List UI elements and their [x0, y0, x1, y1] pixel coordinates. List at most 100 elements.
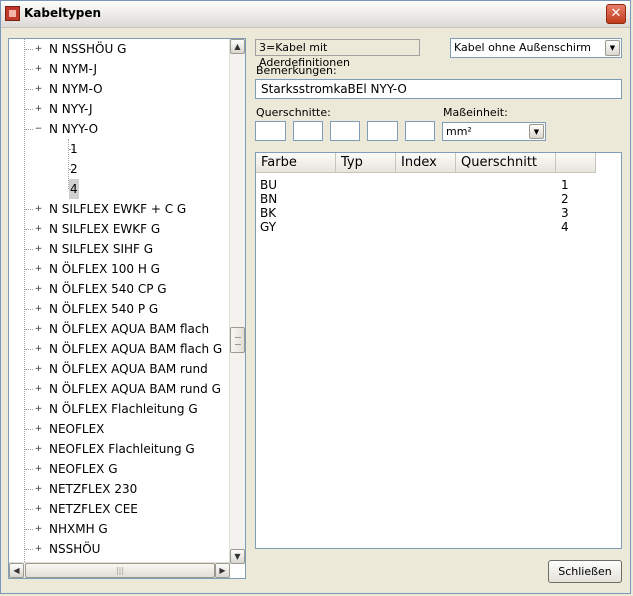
- expand-icon[interactable]: +: [34, 65, 43, 74]
- expand-icon[interactable]: +: [34, 405, 43, 414]
- tree-item-label: N ÖLFLEX AQUA BAM rund G: [49, 382, 221, 396]
- tree-item-label: N ÖLFLEX AQUA BAM flach G: [49, 342, 223, 356]
- tree-horizontal-scrollbar[interactable]: ◀ ||| ▶: [9, 562, 230, 578]
- expand-icon[interactable]: +: [34, 385, 43, 394]
- tree-item-label: NETZFLEX 230: [49, 482, 138, 496]
- expand-icon[interactable]: +: [34, 365, 43, 374]
- cross-section-field-5[interactable]: [405, 121, 435, 141]
- tree-item[interactable]: + NETZFLEX 230: [9, 479, 230, 499]
- tree-item[interactable]: + NETZFLEX CEE: [9, 499, 230, 519]
- tree-item[interactable]: + NSSHÖU: [9, 539, 230, 559]
- tree-vertical-scrollbar[interactable]: ▲ ▼: [229, 39, 245, 564]
- sheath-select-value: Kabel ohne Außenschirm: [454, 41, 592, 54]
- tree-connector: [25, 549, 33, 550]
- expand-icon[interactable]: +: [34, 345, 43, 354]
- tree-item[interactable]: + NEOFLEX Flachleitung G: [9, 439, 230, 459]
- expand-icon[interactable]: +: [34, 225, 43, 234]
- unit-select[interactable]: mm² ▼: [442, 122, 546, 141]
- tree-item-label: NEOFLEX G: [49, 462, 118, 476]
- tree-item[interactable]: + N ÖLFLEX AQUA BAM flach G: [9, 339, 230, 359]
- tree-item[interactable]: + N NYM-O: [9, 79, 230, 99]
- cable-type-tree[interactable]: + N NSSHÖU G + N NYM-J + N NYM-O + N NYY-J − N NY…: [8, 38, 246, 579]
- tree-item[interactable]: + N SILFLEX SIHF G: [9, 239, 230, 259]
- tree-item[interactable]: + N ÖLFLEX 540 CP G: [9, 279, 230, 299]
- expand-icon[interactable]: +: [34, 445, 43, 454]
- column-header-querschnitt[interactable]: Querschnitt: [456, 153, 556, 173]
- expand-icon[interactable]: +: [34, 305, 43, 314]
- expand-icon[interactable]: +: [34, 485, 43, 494]
- expand-icon[interactable]: +: [34, 525, 43, 534]
- expand-icon[interactable]: +: [34, 325, 43, 334]
- chevron-down-icon[interactable]: ▼: [605, 40, 620, 56]
- expand-icon[interactable]: +: [34, 285, 43, 294]
- tree-item[interactable]: + N ÖLFLEX Flachleitung G: [9, 399, 230, 419]
- tree-item-label: NETZFLEX CEE: [49, 502, 138, 516]
- tree-item-label: NHXMH G: [49, 522, 108, 536]
- conductor-list[interactable]: Farbe Typ Index Querschnitt BU 1 BN 2 BK 3 GY 4: [255, 152, 622, 549]
- expand-icon[interactable]: +: [34, 425, 43, 434]
- scroll-left-button[interactable]: ◀: [9, 563, 24, 578]
- tree-item[interactable]: + N NSSHÖU G: [9, 39, 230, 59]
- cross-section-field-3[interactable]: [330, 121, 360, 141]
- close-button[interactable]: Schließen: [548, 560, 622, 583]
- tree-item[interactable]: + NEOFLEX G: [9, 459, 230, 479]
- tree-item-label: N NSSHÖU G: [49, 42, 127, 56]
- remarks-field[interactable]: StarksstromkaBEl NYY-O: [255, 79, 622, 99]
- tree-connector: [25, 369, 33, 370]
- tree-item[interactable]: + NEOFLEX: [9, 419, 230, 439]
- expand-icon[interactable]: +: [34, 85, 43, 94]
- column-header-extra[interactable]: [556, 153, 596, 173]
- tree-item-label: N NYY-J: [49, 102, 93, 116]
- title-bar[interactable]: Kabeltypen ✕: [1, 1, 630, 28]
- tree-item-label: N SILFLEX EWKF + C G: [49, 202, 187, 216]
- tree-item[interactable]: − N NYY-O: [9, 119, 230, 139]
- tree-item-label: N SILFLEX EWKF G: [49, 222, 161, 236]
- expand-icon[interactable]: +: [34, 205, 43, 214]
- remarks-label: Bemerkungen:: [256, 64, 337, 77]
- tree-item[interactable]: + N SILFLEX EWKF + C G: [9, 199, 230, 219]
- tree-item[interactable]: + N NYM-J: [9, 59, 230, 79]
- tree-connector: [25, 289, 33, 290]
- expand-icon[interactable]: +: [34, 245, 43, 254]
- tree-item[interactable]: + N ÖLFLEX AQUA BAM rund: [9, 359, 230, 379]
- cross-section-field-4[interactable]: [367, 121, 398, 141]
- cross-section-field-1[interactable]: [255, 121, 286, 141]
- sheath-select[interactable]: Kabel ohne Außenschirm ▼: [450, 38, 622, 58]
- dialog-window: Kabeltypen ✕ + N NSSHÖU G + N NYM-J + N NYM-O…: [0, 0, 631, 594]
- expand-icon[interactable]: +: [34, 45, 43, 54]
- expand-icon[interactable]: +: [34, 265, 43, 274]
- tree-item[interactable]: + N NYY-J: [9, 99, 230, 119]
- app-icon: [5, 6, 20, 21]
- expand-icon[interactable]: +: [34, 465, 43, 474]
- tree-item-label: 1: [70, 142, 78, 156]
- close-icon[interactable]: ✕: [606, 4, 626, 24]
- tree-item[interactable]: + N ÖLFLEX AQUA BAM rund G: [9, 379, 230, 399]
- tree-item[interactable]: 1: [9, 139, 230, 159]
- tree-connector: [25, 229, 33, 230]
- tree-item[interactable]: + N ÖLFLEX 100 H G: [9, 259, 230, 279]
- chevron-down-icon[interactable]: ▼: [529, 124, 544, 139]
- tree-item[interactable]: + N ÖLFLEX AQUA BAM flach: [9, 319, 230, 339]
- tree-connector: [25, 209, 33, 210]
- cell-farbe: GY: [260, 220, 277, 234]
- tree-item[interactable]: 4: [9, 179, 230, 199]
- tree-connector: [25, 449, 33, 450]
- tree-item[interactable]: + N ÖLFLEX 540 P G: [9, 299, 230, 319]
- tree-item[interactable]: + N SILFLEX EWKF G: [9, 219, 230, 239]
- scroll-thumb[interactable]: [230, 327, 245, 353]
- cross-section-field-2[interactable]: [293, 121, 323, 141]
- expand-icon[interactable]: +: [34, 545, 43, 554]
- expand-icon[interactable]: +: [34, 505, 43, 514]
- tree-item[interactable]: 2: [9, 159, 230, 179]
- scroll-down-button[interactable]: ▼: [230, 549, 245, 564]
- tree-connector: [25, 469, 33, 470]
- column-header-index[interactable]: Index: [396, 153, 456, 173]
- tree-item[interactable]: + NHXMH G: [9, 519, 230, 539]
- collapse-icon[interactable]: −: [34, 125, 43, 134]
- scroll-up-button[interactable]: ▲: [230, 39, 245, 54]
- horizontal-scroll-thumb[interactable]: |||: [25, 563, 215, 578]
- expand-icon[interactable]: +: [34, 105, 43, 114]
- column-header-farbe[interactable]: Farbe: [256, 153, 336, 173]
- scroll-right-button[interactable]: ▶: [215, 563, 230, 578]
- column-header-typ[interactable]: Typ: [336, 153, 396, 173]
